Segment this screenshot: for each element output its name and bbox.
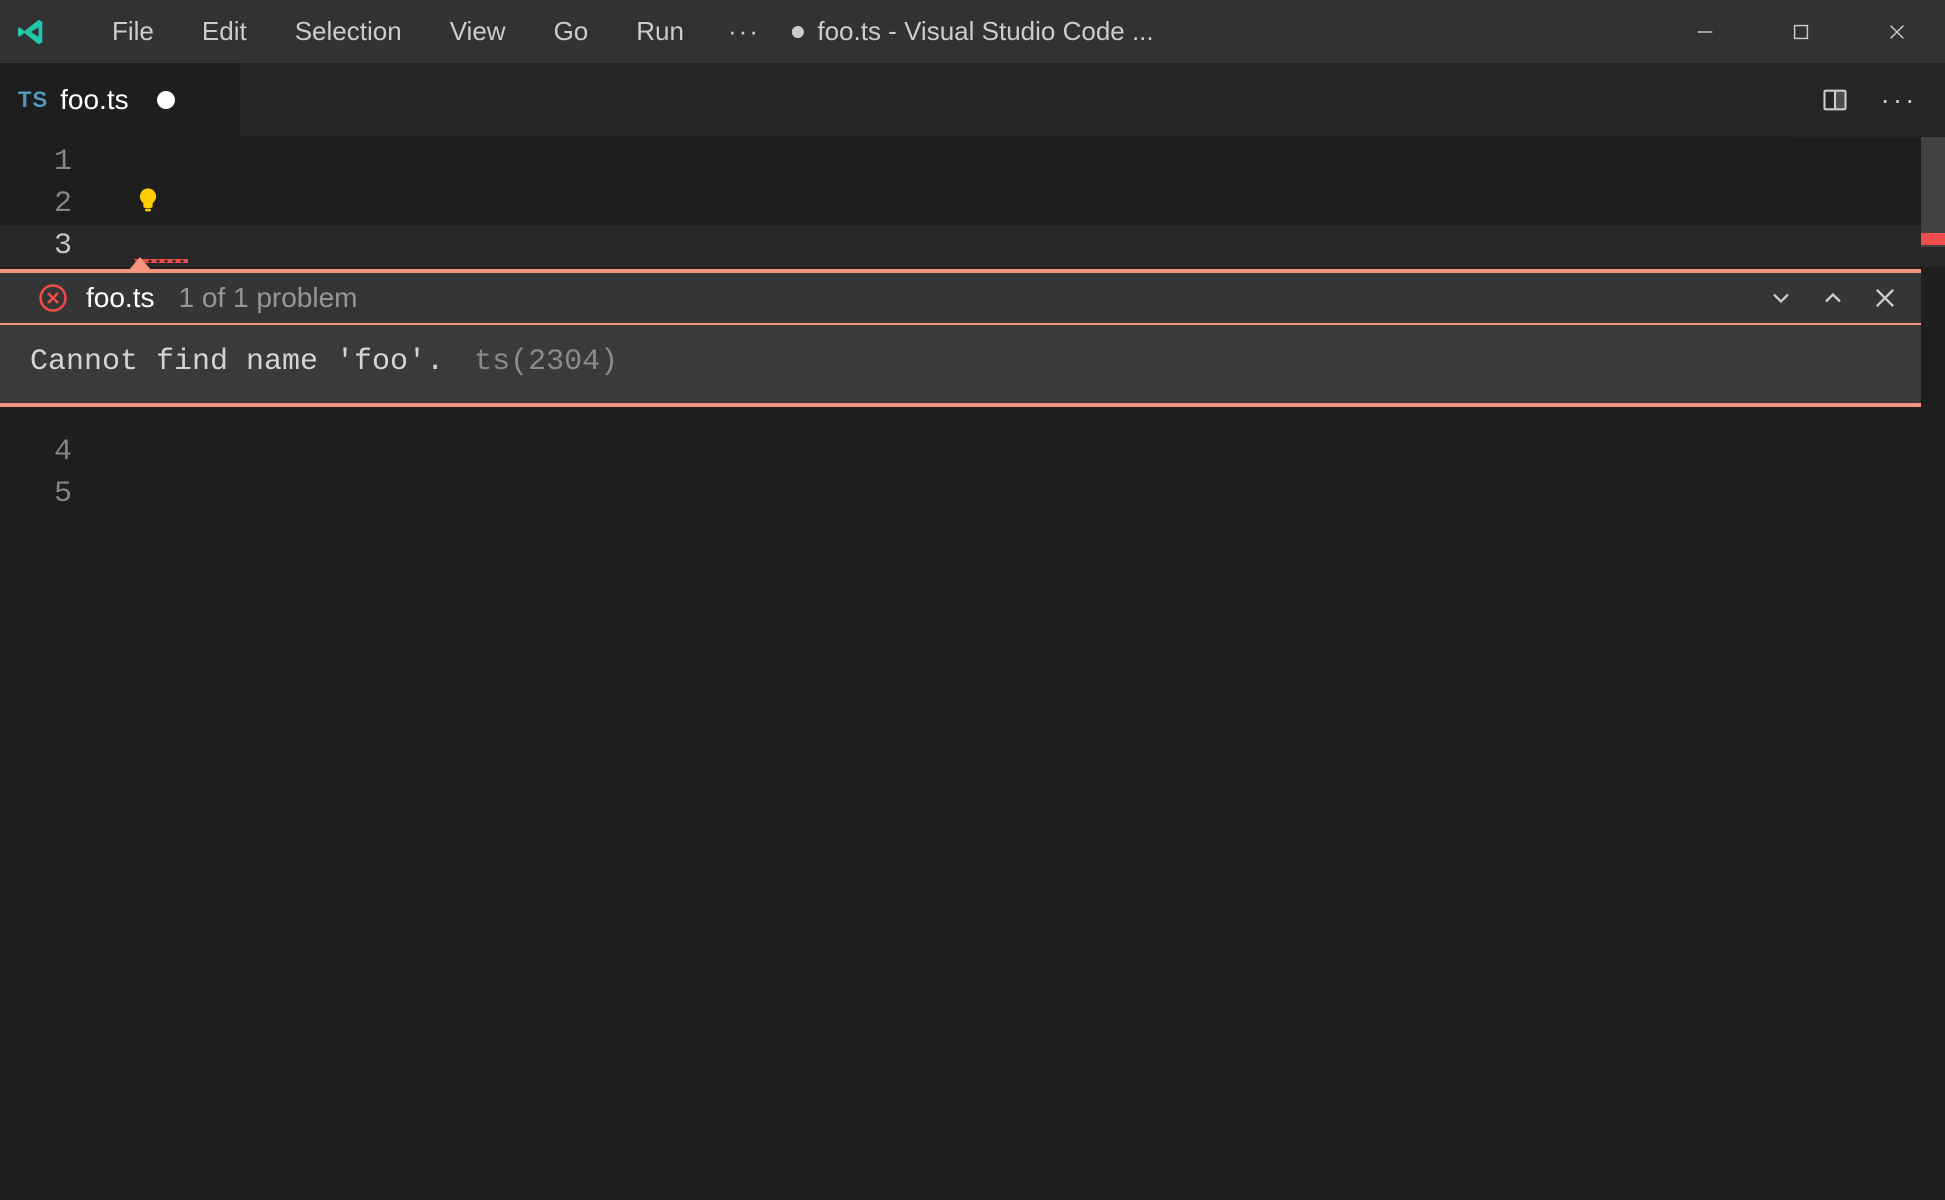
line-number: 5 bbox=[0, 473, 90, 515]
menu-edit[interactable]: Edit bbox=[178, 10, 271, 53]
code-line[interactable]: 1 bbox=[0, 141, 1945, 183]
line-content[interactable] bbox=[90, 431, 134, 473]
peek-prev-button[interactable] bbox=[1817, 282, 1849, 314]
error-message: Cannot find name 'foo'. bbox=[30, 345, 444, 379]
menu-file[interactable]: File bbox=[88, 10, 178, 53]
line-number: 4 bbox=[0, 431, 90, 473]
error-circle-icon bbox=[38, 283, 68, 313]
lightbulb-icon[interactable] bbox=[134, 186, 162, 214]
code-line[interactable]: 5 bbox=[0, 473, 1945, 515]
overview-ruler-error-marker-icon[interactable] bbox=[1921, 233, 1945, 245]
line-number: 3 bbox=[0, 225, 90, 267]
editor-actions: ··· bbox=[1789, 63, 1945, 137]
window-controls bbox=[1657, 0, 1945, 63]
vscode-logo-icon bbox=[14, 14, 50, 50]
code-line[interactable]: 2 bbox=[0, 183, 1945, 225]
menu-view[interactable]: View bbox=[426, 10, 530, 53]
problem-peek-view: foo.ts 1 of 1 problem Cannot find name '… bbox=[0, 269, 1921, 407]
peek-header: foo.ts 1 of 1 problem bbox=[0, 273, 1921, 325]
error-code: ts(2304) bbox=[474, 345, 618, 379]
line-content[interactable] bbox=[90, 473, 134, 515]
dirty-indicator-dot-icon bbox=[791, 26, 803, 38]
menu-overflow[interactable]: ··· bbox=[708, 10, 780, 53]
code-line[interactable]: 4 bbox=[0, 431, 1945, 473]
window-title-text: foo.ts - Visual Studio Code ... bbox=[817, 16, 1153, 47]
menu-selection[interactable]: Selection bbox=[271, 10, 426, 53]
ellipsis-icon: ··· bbox=[1881, 84, 1918, 116]
menu-bar: File Edit Selection View Go Run ··· bbox=[88, 10, 780, 53]
titlebar: File Edit Selection View Go Run ··· foo.… bbox=[0, 0, 1945, 63]
line-number: 2 bbox=[0, 183, 90, 225]
line-number: 1 bbox=[0, 141, 90, 183]
peek-filename: foo.ts bbox=[86, 277, 154, 319]
scrollbar-thumb[interactable] bbox=[1921, 137, 1945, 247]
menu-run[interactable]: Run bbox=[612, 10, 708, 53]
tab-bar-empty bbox=[240, 63, 1789, 137]
window-maximize-button[interactable] bbox=[1753, 0, 1849, 63]
line-content[interactable] bbox=[90, 183, 134, 225]
tab-dirty-dot-icon bbox=[157, 91, 175, 109]
peek-next-button[interactable] bbox=[1765, 282, 1797, 314]
peek-body: Cannot find name 'foo'. ts(2304) bbox=[0, 325, 1921, 403]
editor-tabs: TS foo.ts ··· bbox=[0, 63, 1945, 137]
peek-close-button[interactable] bbox=[1869, 282, 1901, 314]
split-editor-icon[interactable] bbox=[1817, 82, 1853, 118]
window-minimize-button[interactable] bbox=[1657, 0, 1753, 63]
code-line-current[interactable]: 3 foo(1, 2, 3) bbox=[0, 225, 1945, 267]
typescript-badge-icon: TS bbox=[18, 87, 48, 113]
editor[interactable]: 1 2 3 foo(1, 2, 3) foo.ts 1 of 1 problem bbox=[0, 137, 1945, 1200]
editor-tab-active[interactable]: TS foo.ts bbox=[0, 63, 240, 137]
window-title: foo.ts - Visual Studio Code ... bbox=[791, 16, 1153, 47]
peek-counter: 1 of 1 problem bbox=[178, 277, 357, 319]
window-close-button[interactable] bbox=[1849, 0, 1945, 63]
editor-more-actions[interactable]: ··· bbox=[1881, 82, 1917, 118]
line-content[interactable] bbox=[90, 141, 134, 183]
scrollbar-track[interactable] bbox=[1921, 137, 1945, 1200]
peek-nav bbox=[1765, 282, 1901, 314]
tab-filename: foo.ts bbox=[60, 84, 128, 116]
menu-go[interactable]: Go bbox=[530, 10, 613, 53]
